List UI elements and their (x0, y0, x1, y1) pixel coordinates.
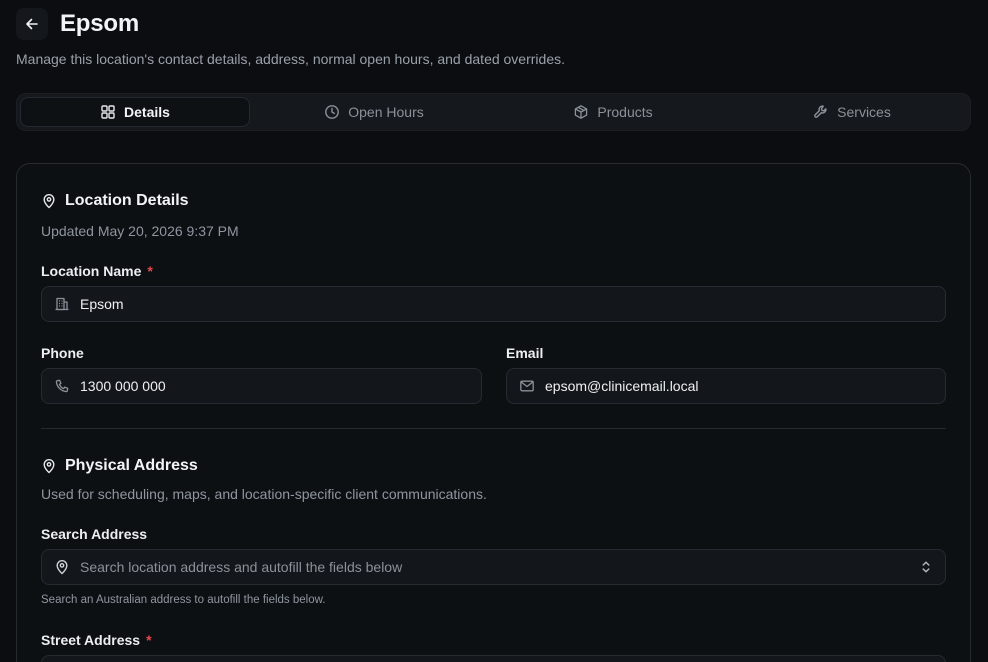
required-marker: * (146, 632, 152, 648)
back-button[interactable] (16, 8, 48, 40)
search-address-help: Search an Australian address to autofill… (41, 594, 326, 606)
tab-label: Open Hours (348, 104, 424, 120)
tab-bar: Details Open Hours Products Services (16, 93, 971, 131)
section-divider (41, 428, 946, 429)
map-pin-icon (41, 193, 57, 209)
search-address-combobox[interactable]: Search location address and autofill the… (41, 549, 946, 585)
arrow-left-icon (24, 16, 40, 32)
tab-open-hours[interactable]: Open Hours (259, 97, 489, 127)
tab-details[interactable]: Details (20, 97, 250, 127)
map-pin-icon (54, 559, 70, 575)
tab-label: Services (837, 104, 891, 120)
building-icon (54, 296, 70, 312)
tab-label: Details (124, 104, 170, 120)
clock-icon (324, 104, 340, 120)
mail-icon (519, 378, 535, 394)
email-label: Email (506, 345, 544, 361)
tab-services[interactable]: Services (737, 97, 967, 127)
updated-timestamp: Updated May 20, 2026 9:37 PM (41, 223, 239, 239)
details-card: Location Details Updated May 20, 2026 9:… (16, 163, 971, 662)
email-value: epsom@clinicemail.local (545, 378, 699, 394)
phone-icon (54, 378, 70, 394)
street-address-field[interactable] (41, 655, 946, 662)
tab-label: Products (597, 104, 653, 120)
chevrons-up-down-icon[interactable] (919, 560, 933, 574)
street-address-label: Street Address * (41, 632, 152, 648)
wrench-icon (813, 104, 829, 120)
grid-icon (100, 104, 116, 120)
email-field[interactable]: epsom@clinicemail.local (506, 368, 946, 404)
required-marker: * (147, 263, 153, 279)
map-pin-icon (41, 458, 57, 474)
phone-value: 1300 000 000 (80, 378, 166, 394)
location-details-heading: Location Details (41, 192, 189, 210)
search-address-placeholder: Search location address and autofill the… (80, 559, 403, 575)
page-title: Epsom (60, 10, 140, 37)
location-name-label: Location Name * (41, 263, 153, 279)
search-address-label: Search Address (41, 526, 148, 542)
location-page: Epsom Manage this location's contact det… (0, 0, 988, 662)
phone-field[interactable]: 1300 000 000 (41, 368, 482, 404)
location-name-value: Epsom (80, 296, 124, 312)
page-subtitle: Manage this location's contact details, … (16, 51, 565, 67)
tab-products[interactable]: Products (498, 97, 728, 127)
box-icon (573, 104, 589, 120)
physical-address-heading: Physical Address (41, 457, 198, 475)
location-name-field[interactable]: Epsom (41, 286, 946, 322)
physical-address-description: Used for scheduling, maps, and location-… (41, 486, 487, 502)
phone-label: Phone (41, 345, 84, 361)
page-header: Epsom (16, 8, 139, 40)
